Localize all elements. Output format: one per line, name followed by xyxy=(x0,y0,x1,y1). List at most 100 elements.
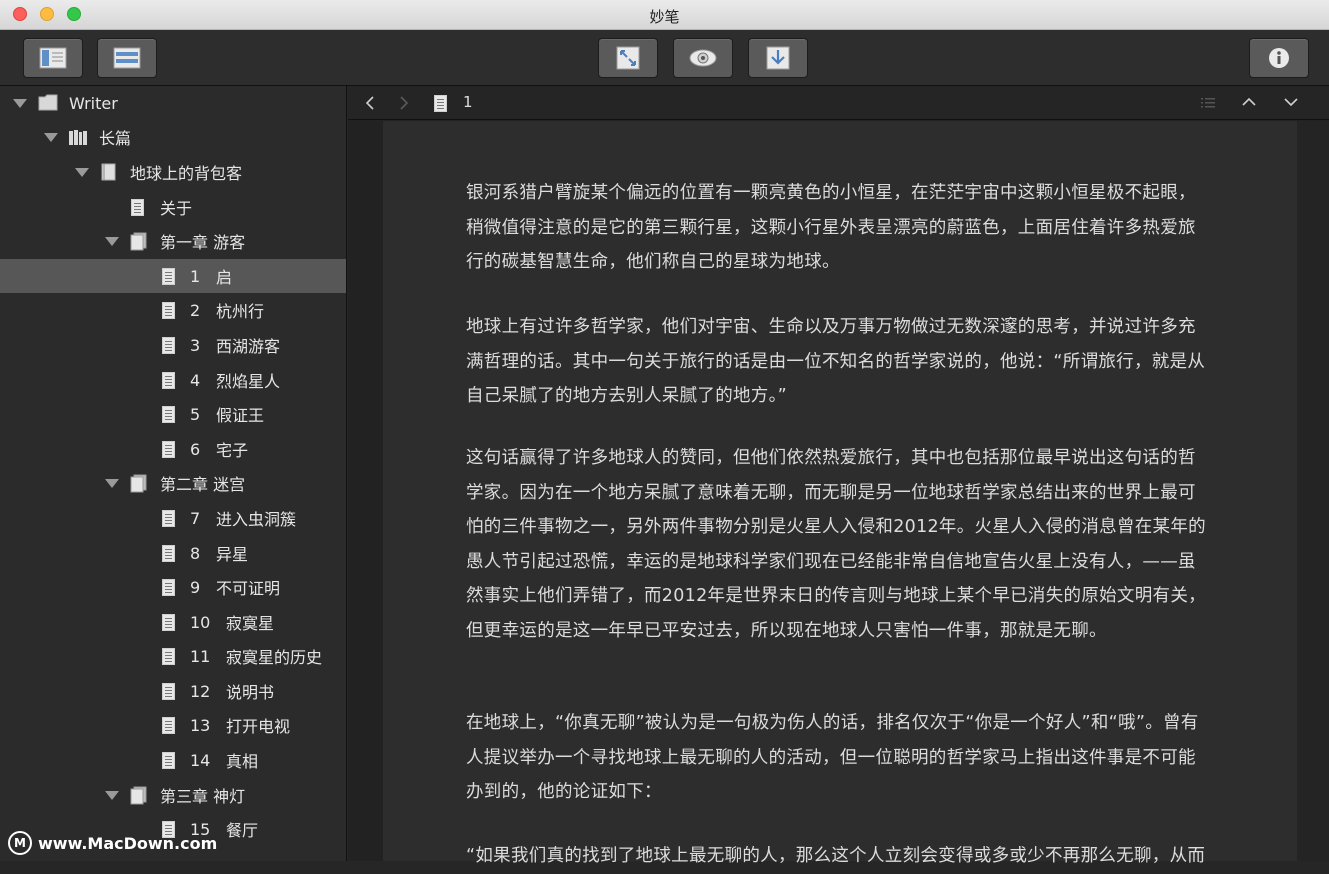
sidebar: Writer 长篇 地球上的背包客 关于 第一章 游客 1 启 2 杭州行 3 … xyxy=(0,86,347,861)
export-download-icon xyxy=(766,46,790,70)
sidebar-item-number: 4 xyxy=(190,370,201,390)
watermark: M www.MacDown.com xyxy=(8,831,217,855)
sidebar-item-number: 2 xyxy=(190,300,201,320)
folder-icon xyxy=(38,94,58,111)
document-title: 1 xyxy=(463,93,473,111)
sidebar-item-label: Writer xyxy=(69,93,118,113)
sidebar-item-label: 餐厅 xyxy=(226,821,259,840)
books-icon xyxy=(69,130,87,145)
document-icon xyxy=(162,614,175,631)
document-icon xyxy=(162,579,175,596)
document-icon xyxy=(162,337,175,354)
document-icon xyxy=(162,406,175,423)
sidebar-item-label: 西湖游客 xyxy=(216,337,281,356)
sidebar-item-label: 杭州行 xyxy=(216,302,265,321)
document-icon xyxy=(162,372,175,389)
sidebar-item-doc[interactable]: 11 寂寞星的历史 xyxy=(0,639,346,673)
watermark-text: www.MacDown.com xyxy=(38,833,218,853)
sidebar-item-number: 7 xyxy=(190,508,201,528)
sidebar-item-doc[interactable]: 10 寂寞星 xyxy=(0,605,346,639)
sidebar-item-number: 13 xyxy=(190,715,211,735)
sidebar-item-label: 长篇 xyxy=(99,129,132,148)
chapter-docs-icon xyxy=(130,474,147,493)
disclosure-triangle-icon[interactable] xyxy=(105,791,119,800)
sidebar-item-doc[interactable]: 6 宅子 xyxy=(0,432,346,466)
preview-eye-icon xyxy=(689,49,717,67)
sidebar-item-about[interactable]: 关于 xyxy=(0,190,346,224)
disclosure-triangle-icon[interactable] xyxy=(105,479,119,488)
sidebar-item-book[interactable]: 地球上的背包客 xyxy=(0,155,346,189)
chapter-docs-icon xyxy=(130,786,147,805)
forward-chevron-icon[interactable] xyxy=(399,96,409,110)
sidebar-item-label: 异星 xyxy=(216,545,249,564)
sidebar-item-doc[interactable]: 14 真相 xyxy=(0,743,346,777)
sidebar-item-label: 打开电视 xyxy=(226,717,291,736)
disclosure-triangle-icon[interactable] xyxy=(13,99,27,108)
sidebar-item-doc[interactable]: 1 启 xyxy=(0,259,346,293)
sidebar-item-doc[interactable]: 8 异星 xyxy=(0,536,346,570)
sidebar-toggle-button[interactable] xyxy=(23,38,83,78)
sidebar-item-number: 12 xyxy=(190,681,211,701)
outline-list-icon[interactable] xyxy=(1201,97,1215,109)
editor-scrollbar[interactable] xyxy=(1297,121,1329,861)
sidebar-item-label: 寂寞星 xyxy=(226,614,275,633)
sidebar-item-label: 启 xyxy=(216,268,233,287)
sidebar-item-number: 10 xyxy=(190,612,211,632)
sidebar-item-doc[interactable]: 12 说明书 xyxy=(0,674,346,708)
window-title: 妙笔 xyxy=(649,8,680,26)
export-button[interactable] xyxy=(748,38,808,78)
chevron-up-icon[interactable] xyxy=(1242,97,1256,107)
sidebar-item-label: 真相 xyxy=(226,752,259,771)
toolbar xyxy=(0,30,1329,86)
sidebar-item-doc[interactable]: 13 打开电视 xyxy=(0,708,346,742)
book-icon xyxy=(101,163,116,181)
disclosure-triangle-icon[interactable] xyxy=(44,133,58,142)
chapter-docs-icon xyxy=(130,232,147,251)
document-icon xyxy=(162,510,175,527)
title-bar: 妙笔 xyxy=(0,0,1329,30)
main-area: 1 银河系猎户臂旋某个偏远的位置有一颗亮黄色的小恒星，在茫茫宇宙中这颗小恒星极不… xyxy=(348,86,1329,866)
editor-text-area[interactable]: 银河系猎户臂旋某个偏远的位置有一颗亮黄色的小恒星，在茫茫宇宙中这颗小恒星极不起眼… xyxy=(383,121,1297,866)
preview-button[interactable] xyxy=(673,38,733,78)
sidebar-item-chapter-2[interactable]: 第二章 迷宫 xyxy=(0,466,346,500)
document-navbar: 1 xyxy=(348,86,1329,120)
info-button[interactable] xyxy=(1249,38,1309,78)
document-icon xyxy=(162,545,175,562)
sidebar-item-doc[interactable]: 5 假证王 xyxy=(0,397,346,431)
sidebar-item-label: 假证王 xyxy=(216,406,265,425)
fullscreen-button[interactable] xyxy=(598,38,658,78)
back-chevron-icon[interactable] xyxy=(365,96,375,110)
sidebar-item-chapter-1[interactable]: 第一章 游客 xyxy=(0,224,346,258)
document-icon xyxy=(162,683,175,700)
document-icon xyxy=(162,302,175,319)
sidebar-item-doc[interactable]: 3 西湖游客 xyxy=(0,328,346,362)
disclosure-triangle-icon[interactable] xyxy=(75,168,89,177)
sidebar-item-label: 第三章 神灯 xyxy=(160,787,246,806)
sidebar-item-number: 14 xyxy=(190,750,211,770)
paragraph: 在地球上，“你真无聊”被认为是一句极为伤人的话，排名仅次于“你是一个好人”和“哦… xyxy=(466,713,1199,802)
sidebar-item-label: 进入虫洞簇 xyxy=(216,510,297,529)
layout-button[interactable] xyxy=(97,38,157,78)
sidebar-item-number: 6 xyxy=(190,439,201,459)
sidebar-item-doc[interactable]: 9 不可证明 xyxy=(0,570,346,604)
document-icon xyxy=(162,268,175,285)
sidebar-item-number: 5 xyxy=(190,404,201,424)
info-icon xyxy=(1269,48,1289,68)
sidebar-item-writer[interactable]: Writer xyxy=(0,86,346,120)
sidebar-item-doc[interactable]: 7 进入虫洞簇 xyxy=(0,501,346,535)
document-icon xyxy=(162,717,175,734)
sidebar-item-label: 寂寞星的历史 xyxy=(226,648,323,667)
sidebar-item-chapter-3[interactable]: 第三章 神灯 xyxy=(0,778,346,812)
sidebar-item-label: 不可证明 xyxy=(216,579,281,598)
document-icon xyxy=(434,95,447,112)
sidebar-toggle-icon xyxy=(39,47,67,69)
sidebar-item-group[interactable]: 长篇 xyxy=(0,120,346,154)
sidebar-item-label: 第一章 游客 xyxy=(160,233,246,252)
document-icon xyxy=(162,441,175,458)
disclosure-triangle-icon[interactable] xyxy=(105,237,119,246)
sidebar-item-doc[interactable]: 4 烈焰星人 xyxy=(0,363,346,397)
sidebar-item-doc[interactable]: 2 杭州行 xyxy=(0,293,346,327)
document-icon xyxy=(131,199,144,216)
chevron-down-icon[interactable] xyxy=(1284,97,1298,107)
sidebar-item-label: 地球上的背包客 xyxy=(130,164,243,183)
